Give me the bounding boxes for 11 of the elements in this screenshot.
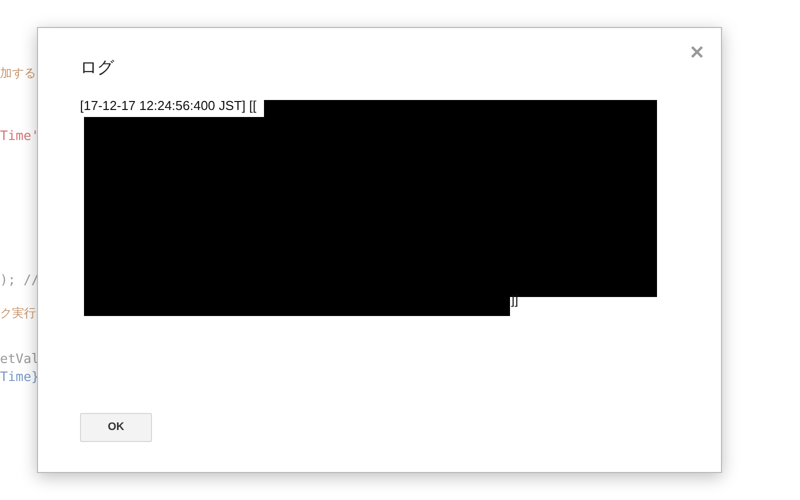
log-timestamp-text: [17-12-17 12:24:56:400 JST] [[ [80, 98, 256, 114]
code-text: 加する [0, 66, 36, 80]
code-text: Time' [0, 129, 40, 144]
ok-button[interactable]: OK [80, 413, 152, 442]
close-icon [691, 46, 703, 58]
code-text: ク実行 [0, 306, 36, 320]
dialog-title: ログ [80, 58, 116, 78]
code-text: Time} [0, 370, 40, 385]
log-end-text: ]] [511, 292, 518, 308]
code-text: ); // [0, 273, 40, 288]
code-text: etVal [0, 352, 40, 367]
